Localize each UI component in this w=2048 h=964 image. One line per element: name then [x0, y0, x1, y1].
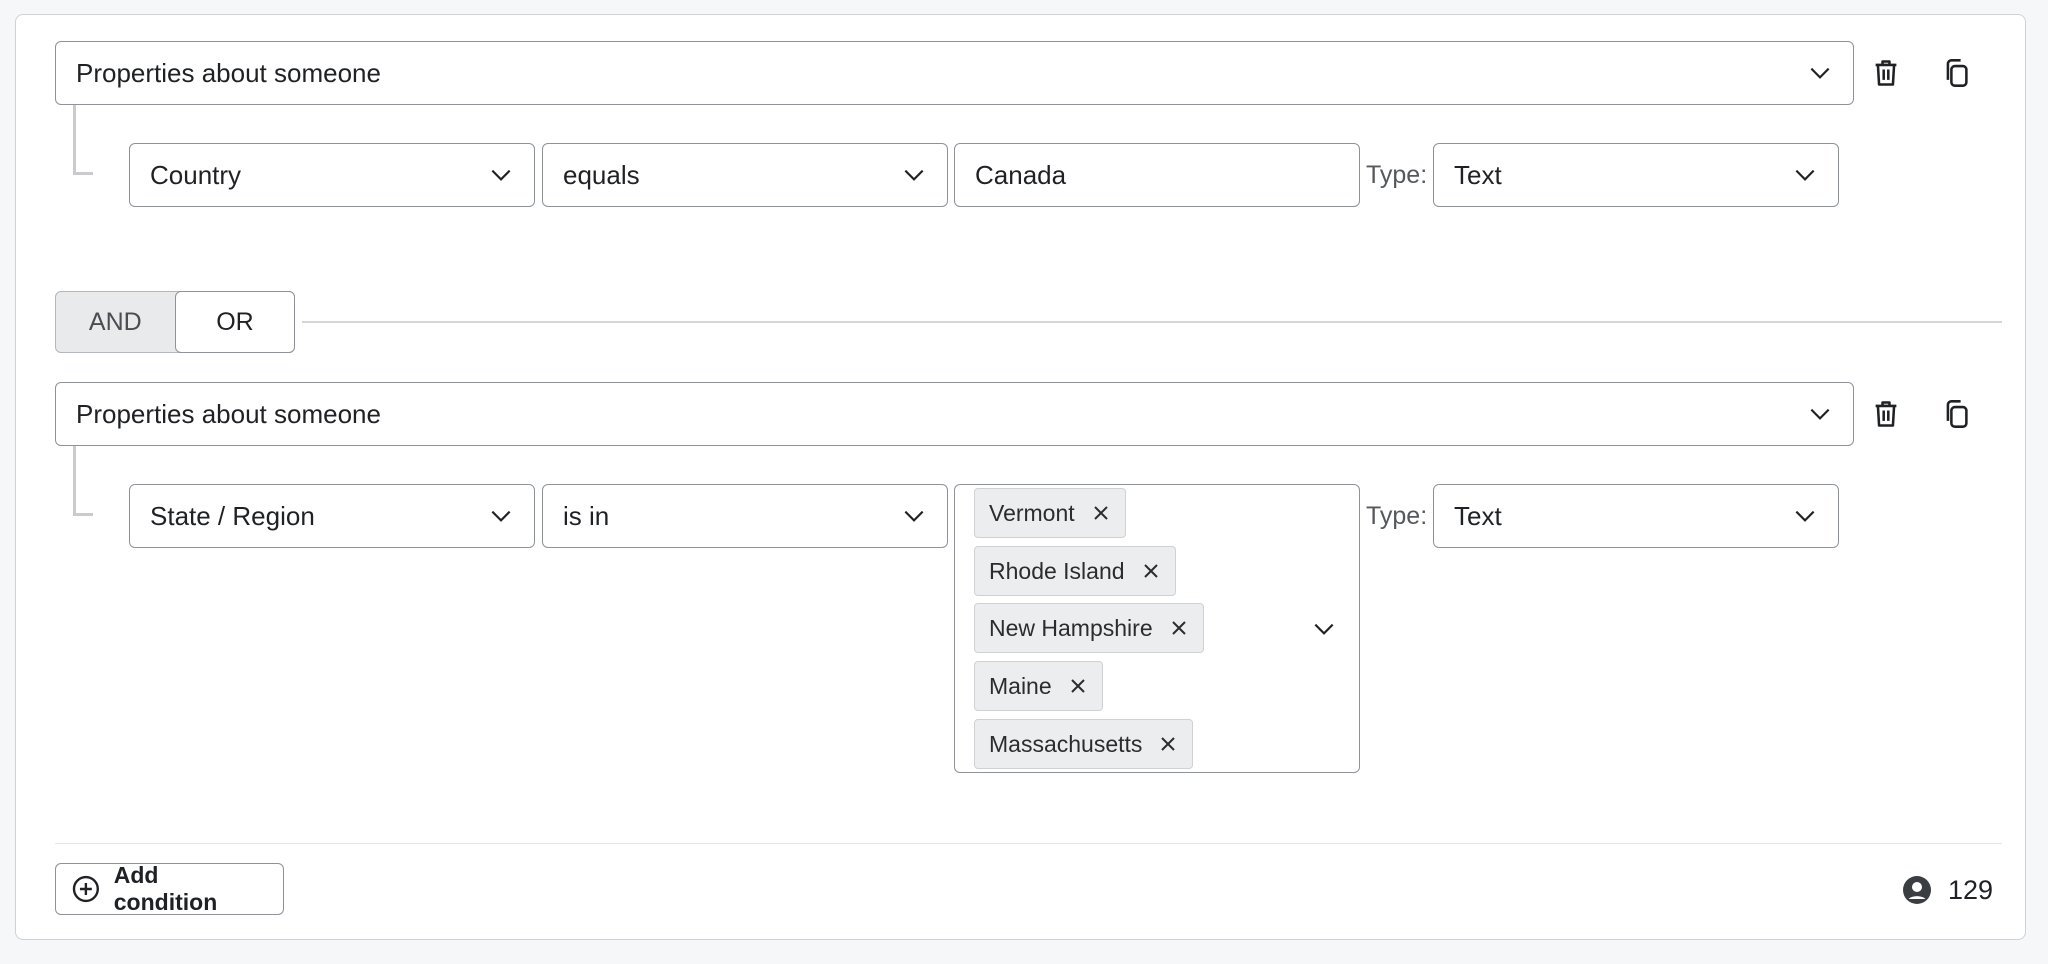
value-tag-label: Rhode Island [989, 557, 1125, 584]
group-2-property-select[interactable]: State / Region [129, 484, 535, 548]
group-2-operator-select[interactable]: is in [542, 484, 948, 548]
group-2-values-multiselect[interactable]: Vermont Rhode Island New Hampshire Maine… [954, 484, 1360, 773]
group-1-value-input[interactable]: Canada [954, 143, 1360, 207]
group-2-connector [73, 446, 93, 516]
group-1-category-value: Properties about someone [76, 57, 381, 88]
value-tag-label: Maine [989, 672, 1052, 699]
group-1-delete-button[interactable] [1866, 53, 1906, 93]
value-tag: New Hampshire [974, 603, 1204, 653]
group-1-value-text: Canada [975, 159, 1067, 190]
close-icon[interactable] [1068, 676, 1088, 696]
logic-and-option[interactable]: AND [56, 292, 175, 352]
group-2-property-value: State / Region [150, 500, 315, 531]
group-1-category-select[interactable]: Properties about someone [55, 41, 1854, 105]
logic-or-option[interactable]: OR [174, 290, 296, 354]
value-tag: Massachusetts [974, 719, 1194, 769]
group-1-property-value: Country [150, 159, 242, 190]
value-tag-label: Massachusetts [989, 730, 1143, 757]
group-1-property-select[interactable]: Country [129, 143, 535, 207]
chevron-down-icon [1795, 510, 1815, 522]
close-icon[interactable] [1169, 618, 1189, 638]
plus-circle-icon [72, 875, 99, 903]
logic-separator-line [302, 321, 2002, 323]
add-condition-label: Add condition [113, 862, 218, 915]
group-1-type-value: Text [1454, 159, 1502, 190]
group-2-operator-value: is in [563, 500, 610, 531]
chevron-down-icon[interactable] [1311, 616, 1337, 642]
chevron-down-icon [904, 510, 924, 522]
group-1-type-label: Type: [1366, 160, 1428, 189]
value-tag-label: Vermont [989, 499, 1075, 526]
group-1-operator-value: equals [563, 159, 640, 190]
chevron-down-icon [1795, 169, 1815, 181]
logic-toggle: AND OR [55, 290, 296, 354]
chevron-down-icon [491, 169, 511, 181]
trash-icon [1875, 401, 1897, 427]
group-2-category-select[interactable]: Properties about someone [55, 382, 1854, 446]
trash-icon [1875, 60, 1897, 86]
chevron-down-icon [491, 510, 511, 522]
value-tag: Maine [974, 661, 1103, 711]
copy-icon [1946, 400, 1968, 428]
footer-divider [55, 843, 2002, 844]
group-1-connector [73, 105, 93, 175]
group-2-type-select[interactable]: Text [1433, 484, 1839, 548]
chevron-down-icon [904, 169, 924, 181]
chevron-down-icon [1810, 408, 1830, 420]
chevron-down-icon [1810, 67, 1830, 79]
group-1-operator-select[interactable]: equals [542, 143, 948, 207]
group-2-type-value: Text [1454, 500, 1502, 531]
group-2-type-label: Type: [1366, 501, 1428, 530]
group-1-type-select[interactable]: Text [1433, 143, 1839, 207]
value-tag: Rhode Island [974, 546, 1176, 596]
close-icon[interactable] [1158, 734, 1178, 754]
segment-conditions-card: Properties about someone Country equals … [15, 14, 2026, 940]
group-2-duplicate-button[interactable] [1936, 394, 1976, 434]
add-condition-button[interactable]: Add condition [55, 862, 284, 915]
copy-icon [1946, 59, 1968, 87]
group-2-category-value: Properties about someone [76, 398, 381, 429]
value-tag: Vermont [974, 488, 1126, 538]
group-2-delete-button[interactable] [1866, 394, 1906, 434]
group-1-duplicate-button[interactable] [1936, 53, 1976, 93]
audience-count: 129 [1902, 868, 1993, 912]
user-circle-icon [1903, 876, 1931, 904]
close-icon[interactable] [1091, 503, 1111, 523]
close-icon[interactable] [1141, 561, 1161, 581]
value-tag-label: New Hampshire [989, 614, 1153, 641]
audience-count-value: 129 [1948, 874, 1994, 905]
